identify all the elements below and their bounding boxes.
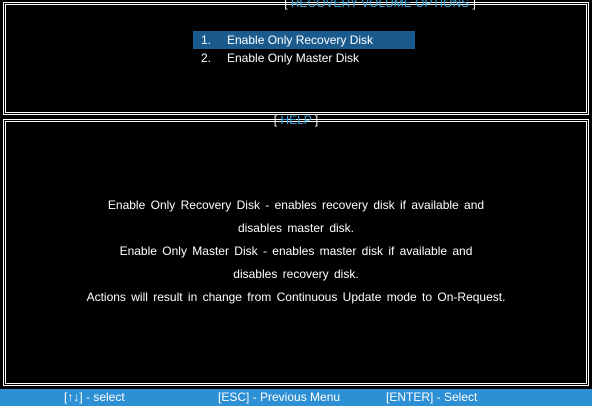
help-line: disables master disk.: [237, 221, 355, 235]
menu-item-enable-only-recovery-disk[interactable]: 1. Enable Only Recovery Disk: [193, 31, 415, 49]
select-key-hint: [↑↓] - select: [64, 390, 125, 404]
recovery-volume-options-panel: [ RECOVERY VOLUME OPTIONS ] 1. Enable On…: [3, 0, 589, 115]
footer-key-hints: [↑↓] - select [ESC] - Previous Menu [ENT…: [0, 389, 592, 406]
panel-title: [ RECOVERY VOLUME OPTIONS ]: [278, 0, 482, 10]
help-text: Enable Only Recovery Disk - enables reco…: [6, 194, 586, 309]
title-rule-right: [481, 1, 585, 5]
help-title: [ HELP ]: [273, 113, 319, 127]
menu-item-label: Enable Only Recovery Disk: [227, 33, 374, 47]
help-line: Enable Only Master Disk - enables master…: [119, 244, 473, 258]
panel-title-label: RECOVERY VOLUME OPTIONS: [290, 0, 470, 10]
help-panel: [ HELP ] Enable Only Recovery Disk - ena…: [3, 113, 589, 386]
help-line: Enable Only Recovery Disk - enables reco…: [107, 198, 485, 212]
enter-key-hint: [ENTER] - Select: [386, 390, 478, 404]
panel-title-bar: [ RECOVERY VOLUME OPTIONS ]: [6, 0, 586, 10]
help-line: Actions will result in change from Conti…: [86, 290, 506, 304]
options-menu: 1. Enable Only Recovery Disk 2. Enable O…: [193, 31, 415, 67]
title-rule-left: [176, 1, 279, 5]
previous-menu-key-hint: [ESC] - Previous Menu: [218, 390, 341, 404]
help-line: disables recovery disk.: [233, 267, 359, 281]
menu-item-number: 2.: [201, 51, 212, 65]
title-rule-left: [6, 118, 268, 122]
help-title-label: HELP: [280, 113, 312, 127]
menu-item-label: Enable Only Master Disk: [227, 51, 360, 65]
title-rule-right: [324, 118, 587, 122]
help-title-bar: [ HELP ]: [6, 113, 587, 127]
menu-item-number: 1.: [201, 33, 212, 47]
menu-item-enable-only-master-disk[interactable]: 2. Enable Only Master Disk: [193, 49, 415, 67]
